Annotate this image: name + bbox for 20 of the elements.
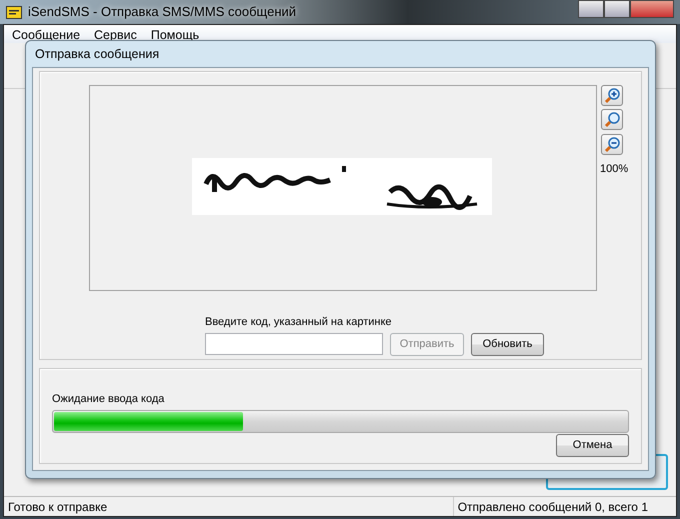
status-text: Отправлено сообщений 0, всего 1 <box>452 497 676 516</box>
code-prompt: Введите код, указанный на картинке <box>205 314 392 330</box>
status-text: Готово к отправке <box>7 498 108 516</box>
minimize-button[interactable] <box>578 0 604 18</box>
code-input[interactable] <box>205 332 383 355</box>
close-button[interactable] <box>630 0 674 18</box>
app-icon <box>6 6 22 18</box>
zoom-reset-icon[interactable] <box>601 108 623 130</box>
zoom-in-icon[interactable] <box>601 84 623 106</box>
window-title: iSendSMS - Отправка SMS/MMS сообщений <box>28 3 296 22</box>
zoom-out-icon[interactable] <box>601 134 623 155</box>
zoom-level: 100% <box>600 162 628 177</box>
refresh-button[interactable]: Обновить <box>471 332 544 356</box>
cancel-button[interactable]: Отмена <box>556 434 629 457</box>
menu-item[interactable]: Сервис <box>94 26 137 42</box>
menu-item[interactable]: Сообщение <box>12 26 80 42</box>
progress-label: Ожидание ввода кода <box>52 392 166 407</box>
dialog-title: Отправка сообщения <box>34 46 160 63</box>
menu-item[interactable]: Помощь <box>150 26 200 42</box>
maximize-button[interactable] <box>604 0 630 18</box>
